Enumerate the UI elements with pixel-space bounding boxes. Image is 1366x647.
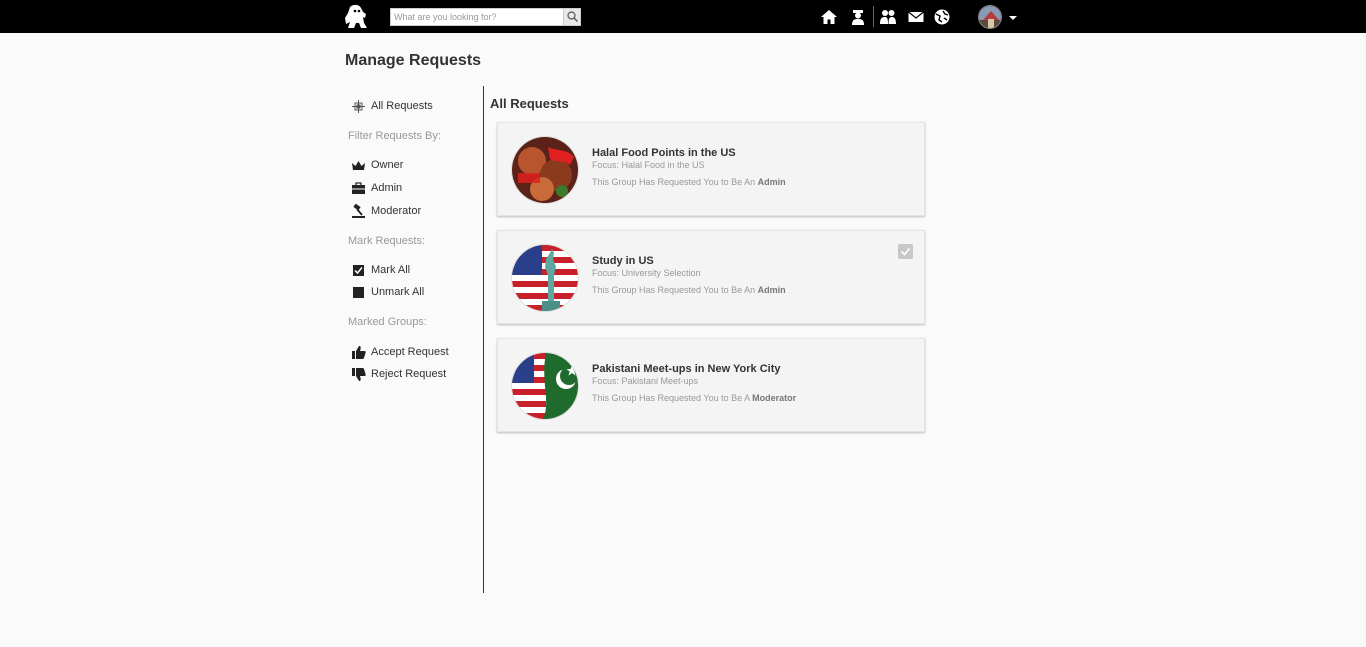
sidebar-item-label: All Requests xyxy=(371,100,433,112)
top-navbar xyxy=(0,0,1366,33)
request-card[interactable]: Pakistani Meet-ups in New York City Focu… xyxy=(497,338,925,432)
gavel-icon xyxy=(351,203,366,219)
group-name[interactable]: Pakistani Meet-ups in New York City xyxy=(592,363,780,375)
sidebar-divider xyxy=(483,86,484,593)
sidebar-item-label: Mark All xyxy=(371,264,411,276)
request-role: Admin xyxy=(757,285,786,295)
briefcase-icon xyxy=(351,181,366,196)
group-thumbnail xyxy=(511,244,579,312)
group-focus: Focus: Halal Food in the US xyxy=(592,160,705,170)
mark-heading: Mark Requests: xyxy=(348,235,426,247)
request-text: This Group Has Requested You to Be An Ad… xyxy=(592,177,786,187)
globe-icon[interactable] xyxy=(933,8,951,26)
checked-box-icon xyxy=(351,263,366,278)
group-focus: Focus: Pakistani Meet-ups xyxy=(592,376,699,386)
request-role: Moderator xyxy=(752,393,797,403)
crown-icon xyxy=(351,158,366,173)
request-card[interactable]: Study in US Focus: University Selection … xyxy=(497,230,925,324)
chevron-down-icon[interactable] xyxy=(1009,16,1017,20)
sidebar-item-moderator[interactable]: Moderator xyxy=(351,203,421,219)
home-icon[interactable] xyxy=(820,8,838,26)
request-text-prefix: This Group Has Requested You to Be An xyxy=(592,177,756,187)
thumbs-down-icon xyxy=(351,367,366,382)
page-title: Manage Requests xyxy=(345,52,482,69)
friends-icon[interactable] xyxy=(879,8,897,26)
sidebar-item-label: Owner xyxy=(371,159,404,171)
sidebar-item-label: Admin xyxy=(371,182,403,194)
section-title: All Requests xyxy=(490,96,569,111)
nav-separator xyxy=(873,6,874,27)
check-icon xyxy=(900,247,911,256)
group-focus: Focus: University Selection xyxy=(592,268,701,278)
marked-heading: Marked Groups: xyxy=(348,316,427,328)
group-thumbnail xyxy=(511,136,579,204)
request-card[interactable]: Halal Food Points in the US Focus: Halal… xyxy=(497,122,925,216)
sidebar-item-label: Unmark All xyxy=(371,286,425,298)
search-input[interactable] xyxy=(391,9,563,25)
mail-icon[interactable] xyxy=(907,8,925,26)
sidebar-item-label: Moderator xyxy=(371,205,422,217)
sidebar-item-label: Reject Request xyxy=(371,368,447,380)
all-requests-icon xyxy=(351,99,366,114)
request-role: Admin xyxy=(757,177,786,187)
reject-request-button[interactable]: Reject Request xyxy=(351,366,446,382)
request-text: This Group Has Requested You to Be A Mod… xyxy=(592,393,796,403)
group-name[interactable]: Study in US xyxy=(592,255,654,267)
sidebar-item-label: Accept Request xyxy=(371,346,449,358)
request-text-prefix: This Group Has Requested You to Be An xyxy=(592,285,756,295)
sidebar-item-admin[interactable]: Admin xyxy=(351,180,402,196)
group-name[interactable]: Halal Food Points in the US xyxy=(592,147,736,159)
profile-icon[interactable] xyxy=(849,8,867,26)
search-box xyxy=(390,8,581,26)
request-text: This Group Has Requested You to Be An Ad… xyxy=(592,285,786,295)
sidebar-item-all-requests[interactable]: All Requests xyxy=(351,98,433,114)
unchecked-box-icon xyxy=(351,285,366,300)
unmark-all-button[interactable]: Unmark All xyxy=(351,284,424,300)
accept-request-button[interactable]: Accept Request xyxy=(351,344,449,360)
request-text-prefix: This Group Has Requested You to Be A xyxy=(592,393,750,403)
group-thumbnail xyxy=(511,352,579,420)
thumbs-up-icon xyxy=(351,345,366,360)
gorilla-logo-icon[interactable] xyxy=(344,4,368,29)
search-button[interactable] xyxy=(563,9,580,25)
sidebar-item-owner[interactable]: Owner xyxy=(351,157,403,173)
mark-checkbox[interactable] xyxy=(898,244,913,259)
avatar[interactable] xyxy=(978,5,1002,29)
filter-heading: Filter Requests By: xyxy=(348,130,441,142)
mark-all-button[interactable]: Mark All xyxy=(351,262,410,278)
search-icon xyxy=(567,11,578,22)
